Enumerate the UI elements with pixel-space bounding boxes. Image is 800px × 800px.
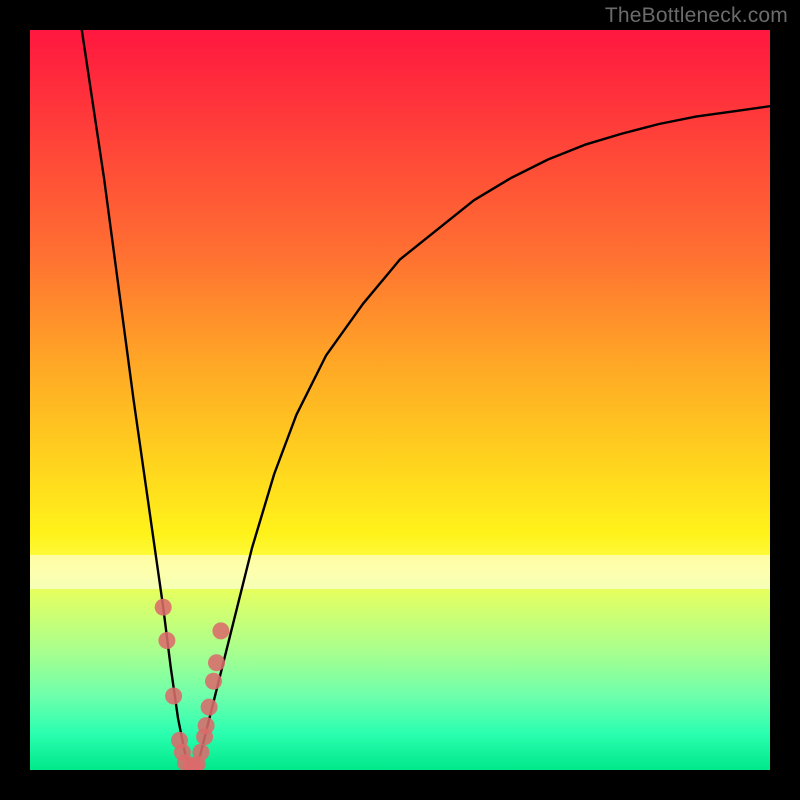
plot-area bbox=[30, 30, 770, 770]
chart-svg bbox=[30, 30, 770, 770]
bottleneck-curve bbox=[82, 30, 770, 770]
watermark-text: TheBottleneck.com bbox=[605, 4, 788, 28]
chart-frame: TheBottleneck.com bbox=[0, 0, 800, 800]
